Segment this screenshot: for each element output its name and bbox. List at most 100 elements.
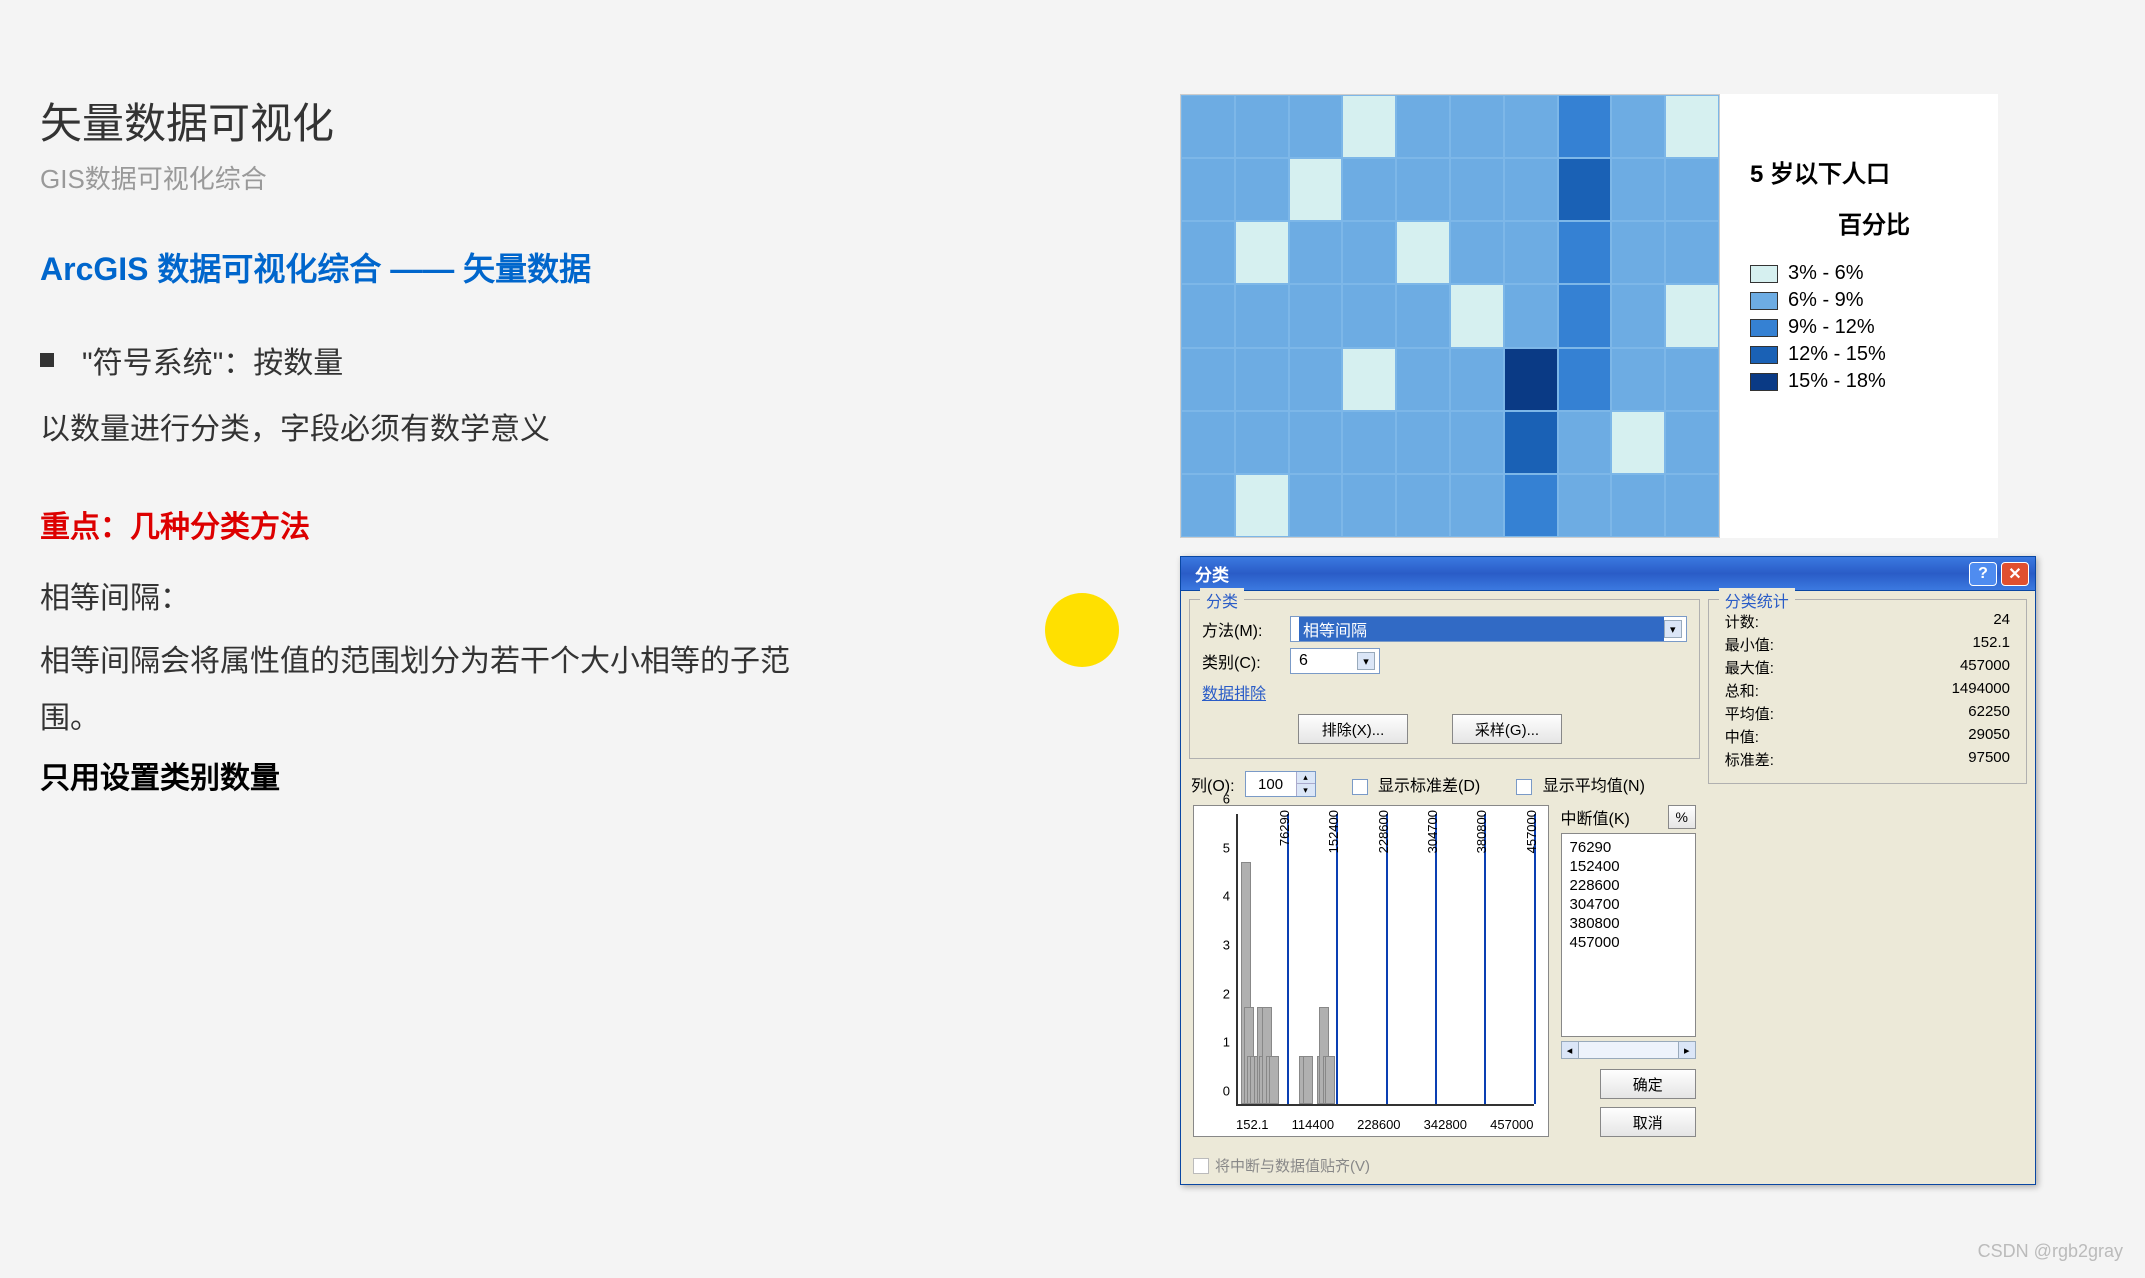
stat-key: 中值:: [1725, 726, 1759, 747]
classes-label: 类别(C):: [1202, 649, 1280, 673]
stat-line: 计数: 24: [1721, 610, 2014, 633]
stat-value: 62250: [1968, 703, 2010, 724]
chevron-down-icon: ▾: [1357, 652, 1375, 670]
histogram-chart[interactable]: 0123456 76290152400228600304700380800457…: [1193, 805, 1549, 1137]
break-value[interactable]: 304700: [1570, 895, 1687, 914]
legend-item: 3% - 6%: [1750, 262, 1998, 285]
slide-subtitle: GIS数据可视化综合: [40, 159, 800, 196]
stat-key: 最大值:: [1725, 657, 1774, 678]
break-line-label: 457000: [1524, 810, 1539, 853]
breaks-label: 中断值(K): [1561, 805, 1630, 829]
legend-item: 15% - 18%: [1750, 370, 1998, 393]
legend-item: 6% - 9%: [1750, 289, 1998, 312]
show-std-label: 显示标准差(D): [1378, 778, 1480, 795]
group-label-class: 分类: [1200, 588, 1244, 612]
break-line-label: 304700: [1425, 810, 1440, 853]
show-mean-label: 显示平均值(N): [1543, 778, 1645, 795]
legend-item: 9% - 12%: [1750, 316, 1998, 339]
legend-label: 6% - 9%: [1788, 289, 1864, 312]
help-button[interactable]: ?: [1969, 562, 1997, 586]
group-label-stats: 分类统计: [1719, 588, 1795, 612]
method-select[interactable]: 相等间隔 ▾: [1290, 616, 1687, 642]
method-label: 方法(M):: [1202, 617, 1280, 641]
laser-pointer-icon: [1045, 593, 1119, 667]
slide-text: 矢量数据可视化 GIS数据可视化综合 ArcGIS 数据可视化综合 —— 矢量数…: [40, 90, 800, 797]
close-button[interactable]: ✕: [2001, 562, 2029, 586]
legend-swatch-icon: [1750, 319, 1778, 337]
stat-value: 29050: [1968, 726, 2010, 747]
columns-spinner[interactable]: ▴ ▾: [1245, 771, 1316, 797]
classification-dialog: 分类 ? ✕ 分类 方法(M): 相等间隔 ▾ 类别(C): 6: [1180, 556, 2036, 1185]
break-line[interactable]: [1484, 814, 1486, 1104]
stat-line: 平均值: 62250: [1721, 702, 2014, 725]
histogram-bar: [1325, 1056, 1335, 1104]
emphasis-red: 重点：几种分类方法: [40, 502, 800, 546]
breaks-list[interactable]: 76290152400228600304700380800457000: [1561, 833, 1696, 1037]
stat-line: 最大值: 457000: [1721, 656, 2014, 679]
break-value[interactable]: 76290: [1570, 838, 1687, 857]
show-mean-checkbox[interactable]: [1516, 779, 1532, 795]
stat-key: 计数:: [1725, 611, 1759, 632]
para-2: 相等间隔会将属性值的范围划分为若干个大小相等的子范围。: [40, 633, 800, 747]
snap-checkbox[interactable]: [1193, 1158, 1209, 1174]
legend-item: 12% - 15%: [1750, 343, 1998, 366]
break-line-label: 152400: [1326, 810, 1341, 853]
stat-key: 平均值:: [1725, 703, 1774, 724]
break-value[interactable]: 152400: [1570, 857, 1687, 876]
show-std-checkbox[interactable]: [1352, 779, 1368, 795]
classes-select[interactable]: 6 ▾: [1290, 648, 1380, 674]
classification-group: 分类 方法(M): 相等间隔 ▾ 类别(C): 6 ▾ 数据排除: [1189, 599, 1700, 759]
stat-line: 中值: 29050: [1721, 725, 2014, 748]
map-legend: 5 岁以下人口 百分比 3% - 6%6% - 9%9% - 12%12% - …: [1720, 94, 1998, 538]
statistics-group: 分类统计 计数:24最小值:152.1最大值:457000总和:1494000平…: [1708, 599, 2027, 784]
legend-title-2: 百分比: [1750, 205, 1998, 240]
watermark: CSDN @rgb2gray: [1978, 1241, 2123, 1262]
bullet-icon: [40, 353, 54, 367]
histogram-bar: [1269, 1056, 1279, 1104]
stat-value: 24: [1993, 611, 2010, 632]
chevron-down-icon: ▾: [1664, 620, 1682, 638]
scroll-left-icon[interactable]: ◂: [1561, 1041, 1579, 1059]
percent-button[interactable]: %: [1668, 805, 1696, 829]
break-line[interactable]: [1386, 814, 1388, 1104]
snap-label: 将中断与数据值贴齐(V): [1215, 1155, 1370, 1176]
break-line[interactable]: [1287, 814, 1289, 1104]
stat-value: 457000: [1960, 657, 2010, 678]
columns-input[interactable]: [1246, 772, 1296, 796]
legend-swatch-icon: [1750, 292, 1778, 310]
stat-key: 总和:: [1725, 680, 1759, 701]
break-line[interactable]: [1534, 814, 1536, 1104]
breaks-scrollbar[interactable]: ◂ ▸: [1561, 1041, 1696, 1059]
body-text: 以数量进行分类，字段必须有数学意义: [40, 406, 800, 454]
cancel-button[interactable]: 取消: [1600, 1107, 1696, 1137]
break-line-label: 228600: [1376, 810, 1391, 853]
stat-value: 152.1: [1972, 634, 2010, 655]
spin-down-icon[interactable]: ▾: [1297, 784, 1315, 796]
break-line[interactable]: [1336, 814, 1338, 1104]
data-exclusion-link[interactable]: 数据排除: [1202, 680, 1687, 704]
break-value[interactable]: 380800: [1570, 914, 1687, 933]
para-1: 相等间隔：: [40, 570, 800, 627]
break-line-label: 380800: [1474, 810, 1489, 853]
sample-button[interactable]: 采样(G)...: [1452, 714, 1562, 744]
stat-key: 最小值:: [1725, 634, 1774, 655]
stat-key: 标准差:: [1725, 749, 1774, 770]
titlebar[interactable]: 分类 ? ✕: [1181, 557, 2035, 591]
break-value[interactable]: 228600: [1570, 876, 1687, 895]
legend-swatch-icon: [1750, 265, 1778, 283]
classes-value: 6: [1299, 652, 1308, 670]
spin-up-icon[interactable]: ▴: [1297, 772, 1315, 784]
stat-line: 最小值: 152.1: [1721, 633, 2014, 656]
snap-row: 将中断与数据值贴齐(V): [1181, 1149, 2035, 1184]
scroll-right-icon[interactable]: ▸: [1678, 1041, 1696, 1059]
legend-label: 12% - 15%: [1788, 343, 1886, 366]
bullet-line: "符号系统"：按数量: [40, 338, 800, 382]
break-line[interactable]: [1435, 814, 1437, 1104]
break-value[interactable]: 457000: [1570, 933, 1687, 952]
stat-line: 标准差:97500: [1721, 748, 2014, 771]
exclude-button[interactable]: 排除(X)...: [1298, 714, 1408, 744]
ok-button[interactable]: 确定: [1600, 1069, 1696, 1099]
bullet-text: "符号系统"：按数量: [82, 338, 343, 382]
emphasis-black: 只用设置类别数量: [40, 753, 800, 797]
break-line-label: 76290: [1277, 810, 1292, 846]
